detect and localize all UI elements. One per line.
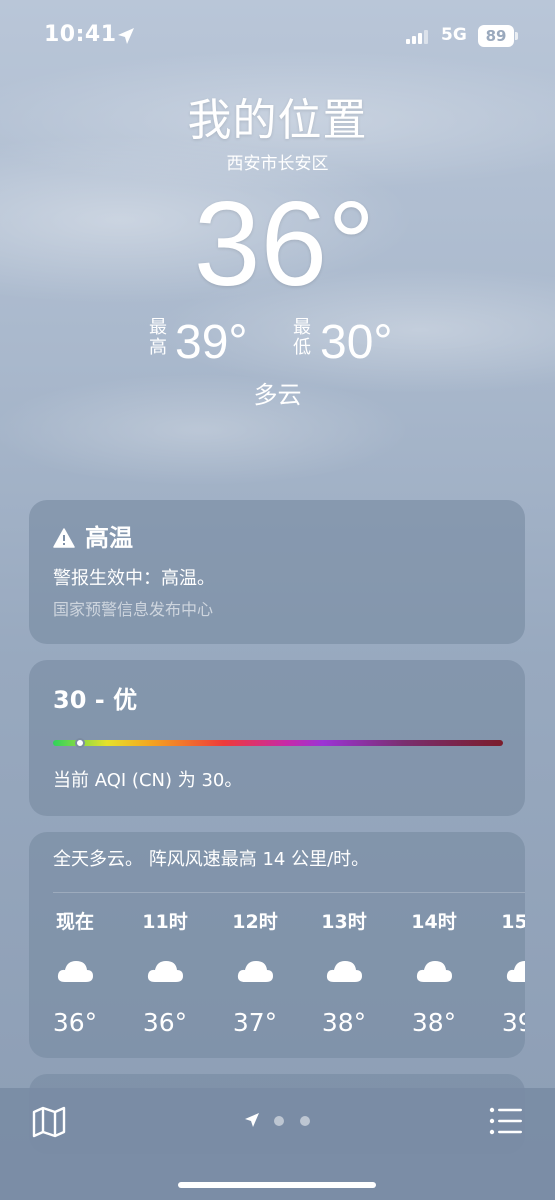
hour-item: 11时 36°: [133, 908, 197, 1040]
location-title: 我的位置: [187, 95, 368, 146]
warning-icon: [53, 528, 75, 548]
hour-item: 15时 39°: [492, 908, 525, 1040]
hour-item: 14时 38°: [402, 908, 466, 1040]
hour-item: 13时 38°: [312, 908, 376, 1040]
battery-level: 89: [485, 27, 507, 45]
cloud-icon: [506, 961, 525, 982]
hourly-forecast-card[interactable]: 全天多云。 阵风风速最高 14 公里/时。 现在 36° 11时 36° 12时…: [29, 832, 525, 1058]
divider: [53, 892, 525, 893]
location-arrow-icon: [118, 28, 134, 44]
location-subtitle: 西安市长安区: [226, 154, 329, 174]
hourly-summary: 全天多云。 阵风风速最高 14 公里/时。: [53, 849, 370, 870]
signal-strength-icon: [406, 30, 428, 44]
cloud-icon: [57, 961, 93, 982]
hour-temp: 37°: [232, 1008, 278, 1037]
cloud-icon: [147, 961, 183, 982]
hour-temp: 38°: [411, 1008, 457, 1037]
high-label: 最高: [149, 317, 167, 358]
page-indicator[interactable]: [244, 1112, 324, 1130]
page-dot: [300, 1116, 310, 1126]
alert-source: 国家预警信息发布中心: [53, 600, 214, 619]
low-label: 最低: [293, 317, 311, 358]
hour-temp: 38°: [321, 1008, 367, 1037]
status-time: 10:41: [44, 22, 117, 47]
aqi-scale-bar: [53, 738, 503, 748]
hour-label: 15时: [501, 911, 525, 933]
list-icon[interactable]: [489, 1106, 523, 1136]
home-indicator: [178, 1182, 376, 1188]
hour-item: 12时 37°: [223, 908, 287, 1040]
aqi-description: 当前 AQI (CN) 为 30。: [53, 770, 243, 791]
map-icon[interactable]: [32, 1106, 66, 1138]
aqi-indicator: [75, 738, 85, 748]
aqi-card[interactable]: 30 - 优 当前 AQI (CN) 为 30。: [29, 660, 525, 816]
hour-temp: 36°: [52, 1008, 98, 1037]
hour-label: 13时: [321, 911, 367, 933]
battery-icon: 89: [478, 25, 514, 47]
battery-tip: [515, 32, 518, 40]
location-arrow-icon: [245, 1113, 259, 1127]
bottom-toolbar: [0, 1088, 555, 1200]
cloud-icon: [237, 961, 273, 982]
alert-header: 高温: [53, 522, 133, 554]
hour-label: 14时: [411, 911, 457, 933]
high-low-row: 最高 39° 最低 30°: [0, 230, 555, 368]
cloud-icon: [326, 961, 362, 982]
hour-temp: 39°: [501, 1008, 525, 1037]
hour-label: 11时: [142, 911, 188, 933]
cloud-icon: [416, 961, 452, 982]
hour-temp: 36°: [142, 1008, 188, 1037]
aqi-title: 30 - 优: [53, 686, 138, 714]
network-type: 5G: [441, 25, 467, 45]
hour-label: 现在: [55, 911, 94, 933]
low-temperature: 30°: [320, 316, 393, 369]
status-bar: 10:41 5G 89: [0, 0, 555, 72]
high-temperature: 39°: [175, 316, 248, 369]
hour-label: 12时: [232, 911, 278, 933]
alert-title: 高温: [85, 524, 133, 552]
page-dot: [274, 1116, 284, 1126]
hour-item: 现在 36°: [43, 908, 107, 1040]
alert-card[interactable]: 高温 警报生效中：高温。 国家预警信息发布中心: [29, 500, 525, 644]
alert-text: 警报生效中：高温。: [53, 568, 215, 589]
weather-condition: 多云: [253, 381, 302, 409]
